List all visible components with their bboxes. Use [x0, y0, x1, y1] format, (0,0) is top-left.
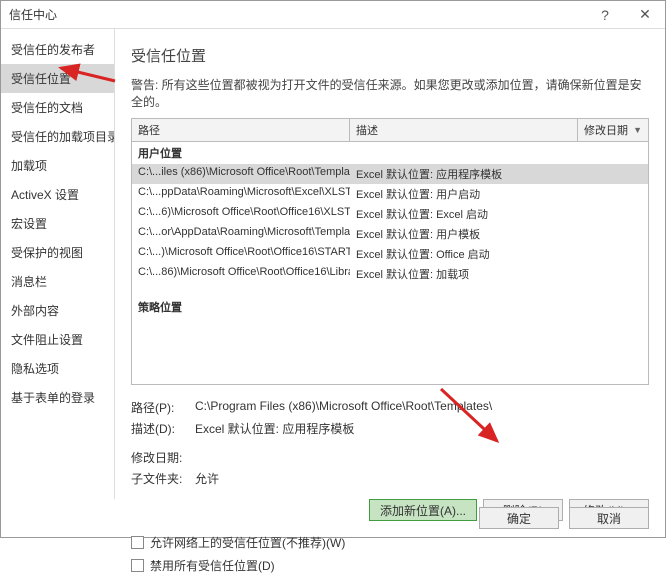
disable-all-checkbox[interactable]: [131, 559, 144, 572]
cell-path: C:\...ppData\Roaming\Microsoft\Excel\XLS…: [132, 185, 350, 203]
detail-sub-value: 允许: [195, 470, 649, 487]
cell-date: [578, 185, 648, 203]
sidebar-item[interactable]: ActiveX 设置: [1, 180, 114, 209]
cell-date: [578, 245, 648, 263]
table-row[interactable]: C:\...or\AppData\Roaming\Microsoft\Templ…: [132, 224, 648, 244]
detail-path-value: C:\Program Files (x86)\Microsoft Office\…: [195, 399, 649, 416]
sidebar-item[interactable]: 加载项: [1, 151, 114, 180]
detail-date-value: [195, 449, 649, 466]
detail-sub-label: 子文件夹:: [131, 470, 195, 487]
col-desc[interactable]: 描述: [350, 119, 578, 141]
cell-date: [578, 225, 648, 243]
table-row[interactable]: C:\...iles (x86)\Microsoft Office\Root\T…: [132, 164, 648, 184]
sidebar-item[interactable]: 文件阻止设置: [1, 325, 114, 354]
col-path-label: 路径: [138, 122, 160, 138]
help-icon[interactable]: ?: [585, 1, 625, 28]
group-header-policy: 策略位置: [132, 296, 648, 318]
sidebar-item[interactable]: 外部内容: [1, 296, 114, 325]
cell-path: C:\...)\Microsoft Office\Root\Office16\S…: [132, 245, 350, 263]
section-title: 受信任位置: [131, 45, 649, 66]
table-body: 用户位置C:\...iles (x86)\Microsoft Office\Ro…: [132, 142, 648, 384]
detail-desc-value: Excel 默认位置: 应用程序模板: [195, 420, 649, 437]
table-header: 路径 描述 修改日期 ▼: [132, 119, 648, 142]
cell-date: [578, 265, 648, 283]
disable-all-label: 禁用所有受信任位置(D): [150, 557, 275, 574]
cancel-button[interactable]: 取消: [569, 507, 649, 529]
cell-path: C:\...6)\Microsoft Office\Root\Office16\…: [132, 205, 350, 223]
warning-text: 警告: 所有这些位置都被视为打开文件的受信任来源。如果您更改或添加位置，请确保新…: [131, 76, 649, 110]
details-panel: 路径(P): C:\Program Files (x86)\Microsoft …: [131, 397, 649, 489]
table-row[interactable]: C:\...ppData\Roaming\Microsoft\Excel\XLS…: [132, 184, 648, 204]
col-path[interactable]: 路径: [132, 119, 350, 141]
sidebar-item[interactable]: 受信任位置: [1, 64, 114, 93]
sort-desc-icon: ▼: [633, 125, 642, 135]
sidebar: 受信任的发布者受信任位置受信任的文档受信任的加载项目录加载项ActiveX 设置…: [1, 29, 115, 499]
sidebar-item[interactable]: 受信任的发布者: [1, 35, 114, 64]
sidebar-item[interactable]: 基于表单的登录: [1, 383, 114, 412]
add-location-button[interactable]: 添加新位置(A)...: [369, 499, 477, 521]
sidebar-item[interactable]: 受保护的视图: [1, 238, 114, 267]
sidebar-item[interactable]: 受信任的加载项目录: [1, 122, 114, 151]
sidebar-item[interactable]: 消息栏: [1, 267, 114, 296]
cell-desc: Excel 默认位置: 用户启动: [350, 185, 578, 203]
cell-path: C:\...or\AppData\Roaming\Microsoft\Templ…: [132, 225, 350, 243]
detail-date-label: 修改日期:: [131, 449, 195, 466]
content-area: 受信任位置 警告: 所有这些位置都被视为打开文件的受信任来源。如果您更改或添加位…: [115, 29, 665, 499]
group-header-user: 用户位置: [132, 142, 648, 164]
table-row[interactable]: C:\...86)\Microsoft Office\Root\Office16…: [132, 264, 648, 284]
detail-desc-label: 描述(D):: [131, 420, 195, 437]
cell-desc: Excel 默认位置: 加载项: [350, 265, 578, 283]
trusted-locations-table: 路径 描述 修改日期 ▼ 用户位置C:\...iles (x86)\Micros…: [131, 118, 649, 385]
ok-button[interactable]: 确定: [479, 507, 559, 529]
col-date[interactable]: 修改日期 ▼: [578, 119, 648, 141]
close-icon[interactable]: ✕: [625, 1, 665, 28]
cell-path: C:\...iles (x86)\Microsoft Office\Root\T…: [132, 165, 350, 183]
col-desc-label: 描述: [356, 122, 378, 138]
cell-desc: Excel 默认位置: 应用程序模板: [350, 165, 578, 183]
titlebar: 信任中心 ? ✕: [1, 1, 665, 29]
cell-desc: Excel 默认位置: Excel 启动: [350, 205, 578, 223]
col-date-label: 修改日期: [584, 122, 628, 138]
allow-network-label: 允许网络上的受信任位置(不推荐)(W): [150, 534, 345, 551]
table-row[interactable]: C:\...)\Microsoft Office\Root\Office16\S…: [132, 244, 648, 264]
cell-path: C:\...86)\Microsoft Office\Root\Office16…: [132, 265, 350, 283]
dialog-buttons: 确定 取消: [479, 507, 649, 529]
cell-date: [578, 165, 648, 183]
cell-date: [578, 205, 648, 223]
sidebar-item[interactable]: 宏设置: [1, 209, 114, 238]
sidebar-item[interactable]: 受信任的文档: [1, 93, 114, 122]
sidebar-item[interactable]: 隐私选项: [1, 354, 114, 383]
window-title: 信任中心: [9, 6, 57, 23]
cell-desc: Excel 默认位置: 用户模板: [350, 225, 578, 243]
cell-desc: Excel 默认位置: Office 启动: [350, 245, 578, 263]
table-row[interactable]: C:\...6)\Microsoft Office\Root\Office16\…: [132, 204, 648, 224]
detail-path-label: 路径(P):: [131, 399, 195, 416]
